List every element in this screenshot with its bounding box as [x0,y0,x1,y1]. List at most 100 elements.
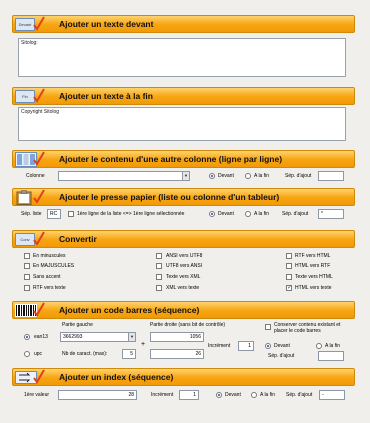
barcode-partie-gauche-select[interactable]: 3662993 ▼ [60,332,136,342]
convert-checkbox-utf8-ansi[interactable] [156,263,162,269]
barcode-conserver-checkbox[interactable] [265,324,271,330]
barcode-plus-sign: + [141,341,146,348]
section-title-barcode: Ajouter un code barres (séquence) [59,305,200,315]
colonne-label: Colonne [26,173,45,179]
convert-checkbox-majuscules[interactable] [24,263,30,269]
convert-label-html-texte: HTML vers texte [295,285,332,291]
presse-first-line-label: 1ère ligne de la liste <=> 1ère ligne sé… [77,211,185,217]
chevron-down-icon[interactable]: ▼ [182,172,189,180]
convert-label-xml-texte: XML vers texte [166,285,200,291]
barcode-radio-ean13-label: ean13 [34,334,48,340]
barcode-partie-gauche-label: Partie gauche [62,322,93,328]
barcode-radio-devant[interactable] [265,343,271,349]
barcode-radio-upc-label: upc [34,351,43,357]
colonne-radio-fin-label: A la fin [254,173,270,179]
section-title-convertir: Convertir [59,234,97,244]
checkmark-icon [33,302,45,317]
document-icon: Devant [15,18,35,31]
index-increment-input[interactable]: 1 [179,390,199,400]
barcode-increment-label: Incrément [208,343,231,349]
barcode-conserver-label: Conserver contenu existant et placer le … [274,322,341,334]
presse-sep-input[interactable]: * [318,209,344,219]
text-devant-input[interactable]: Sitolog: [18,38,346,77]
convert-checkbox-sans-accent[interactable] [24,274,30,280]
section-title-index: Ajouter un index (séquence) [59,372,174,382]
convert-icon: Conv [15,233,35,246]
checkmark-icon [33,231,45,246]
barcode-sep-label: Sép. d'ajout [268,353,295,359]
barcode-result-input[interactable]: 26 [150,349,204,359]
index-radio-fin[interactable] [251,392,257,398]
presse-radio-devant-label: Devant [218,211,234,217]
section-header-convertir: Conv Convertir [12,230,355,248]
section-header-devant: Devant Ajouter un texte devant [12,15,355,33]
document-icon: Fin [15,90,35,103]
convert-label-majuscules: En MAJUSCULES [33,263,75,269]
convert-label-minuscules: En minuscules [33,253,66,259]
barcode-radio-fin-label: A la fin [325,343,341,349]
section-title-presse: Ajouter le presse papier (liste ou colon… [59,192,280,202]
colonne-sep-input[interactable] [318,171,344,181]
index-sep-label: Sép. d'ajout [286,392,313,398]
presse-first-line-checkbox[interactable] [68,211,74,217]
barcode-radio-ean13[interactable] [24,334,30,340]
colonne-select[interactable]: ▼ [58,171,190,181]
convert-checkbox-rtf-texte[interactable] [24,285,30,291]
checkmark-icon [33,189,45,204]
presse-sep-liste-label: Sép. liste [21,211,42,217]
convert-checkbox-texte-html[interactable] [286,274,292,280]
barcode-radio-devant-label: Devant [274,343,290,349]
index-radio-fin-label: A la fin [260,392,276,398]
presse-radio-fin[interactable] [245,211,251,217]
barcode-radio-upc[interactable] [24,351,30,357]
barcode-increment-input[interactable]: 1 [238,341,254,351]
barcode-radio-fin[interactable] [316,343,322,349]
index-first-input[interactable]: 28 [58,390,137,400]
convert-checkbox-html-texte[interactable]: ✓ [286,285,292,291]
index-increment-label: Incrément [151,392,174,398]
barcode-partie-gauche-value: 3662993 [63,334,83,340]
convert-checkbox-texte-xml[interactable] [156,274,162,280]
convert-checkbox-html-rtf[interactable] [286,263,292,269]
section-title-devant: Ajouter un texte devant [59,19,154,29]
chevron-down-icon[interactable]: ▼ [128,333,135,341]
clipboard-icon [16,190,32,205]
colonne-radio-devant[interactable] [209,173,215,179]
barcode-nb-label: Nb de caract. (max): [62,351,108,357]
convert-checkbox-ansi-utf8[interactable] [156,253,162,259]
barcode-sep-input[interactable] [318,351,344,361]
barcode-nb-input[interactable]: 5 [122,349,136,359]
section-header-barcode: Ajouter un code barres (séquence) [12,301,355,319]
checkmark-icon [33,369,45,384]
section-header-presse: Ajouter le presse papier (liste ou colon… [12,188,355,206]
colonne-radio-fin[interactable] [245,173,251,179]
index-sep-input[interactable]: - [319,390,345,400]
convert-label-rtf-texte: RTF vers texte [33,285,66,291]
presse-sep-label: Sép. d'ajout [282,211,309,217]
section-header-colonne: Ajouter le contenu d'une autre colonne (… [12,150,355,168]
convert-checkbox-rtf-html[interactable] [286,253,292,259]
text-fin-input[interactable]: Copyright Sitolog [18,107,346,141]
section-title-colonne: Ajouter le contenu d'une autre colonne (… [59,154,283,164]
presse-sep-liste-input[interactable]: RC [47,209,61,219]
barcode-partie-droite-label: Partie droite (sans bit de contrôle) [150,322,226,328]
section-title-fin: Ajouter un texte à la fin [59,91,153,101]
section-header-index: Ajouter un index (séquence) [12,368,355,386]
colonne-sep-label: Sép. d'ajout [285,173,312,179]
presse-radio-fin-label: A la fin [254,211,270,217]
convert-label-html-rtf: HTML vers RTF [295,263,331,269]
index-radio-devant-label: Devant [225,392,241,398]
convert-label-ansi-utf8: ANSI vers UTF8 [166,253,203,259]
convert-label-sans-accent: Sans accent [33,274,61,280]
checkmark-icon [33,16,45,31]
presse-radio-devant[interactable] [209,211,215,217]
section-header-fin: Fin Ajouter un texte à la fin [12,87,355,105]
checkmark-icon [33,88,45,103]
convert-checkbox-minuscules[interactable] [24,253,30,259]
barcode-partie-droite-input[interactable]: 1056 [150,332,204,342]
convert-label-utf8-ansi: UTF8 vers ANSI [166,263,203,269]
convert-label-texte-xml: Texte vers XML [166,274,201,280]
colonne-radio-devant-label: Devant [218,173,234,179]
convert-checkbox-xml-texte[interactable] [156,285,162,291]
index-radio-devant[interactable] [216,392,222,398]
